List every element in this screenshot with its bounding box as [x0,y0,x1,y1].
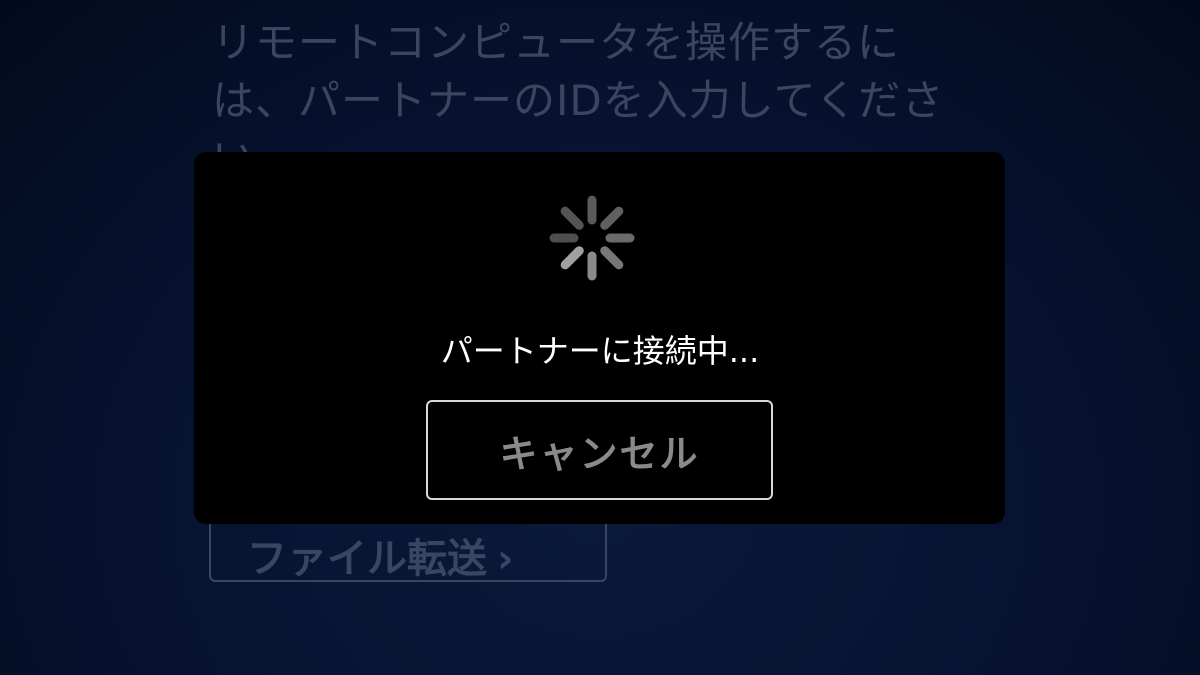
connecting-status-text: パートナーに接続中... [440,332,760,370]
spinner-spoke [560,206,584,230]
chevron-right-icon: › [497,536,514,582]
cancel-button[interactable]: キャンセル [426,400,773,500]
spinner-spoke [600,206,624,230]
loading-spinner-icon [549,195,635,281]
spinner-spoke [600,246,624,270]
file-transfer-label: ファイル転送 [247,536,487,582]
spinner-spoke [560,246,584,270]
